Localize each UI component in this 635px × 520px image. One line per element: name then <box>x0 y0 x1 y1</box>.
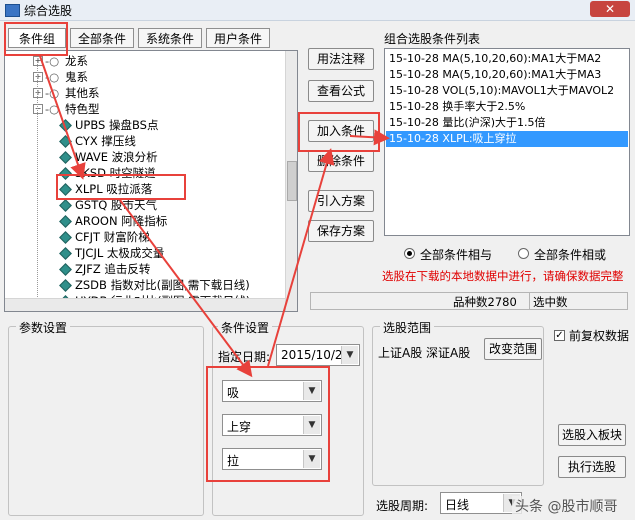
arrow-item-to-combos <box>119 199 253 378</box>
arrow-combos-to-add <box>267 148 335 367</box>
arrow-add-to-list <box>349 129 390 146</box>
arrow-tab-to-item <box>39 55 86 180</box>
annotation-arrows <box>39 55 390 378</box>
